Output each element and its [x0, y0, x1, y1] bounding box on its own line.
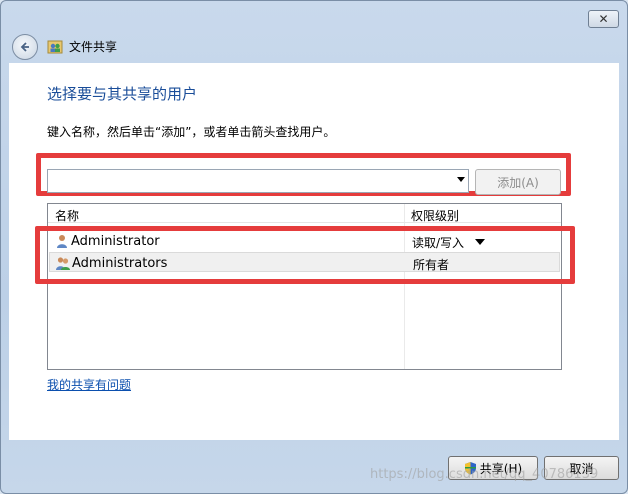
column-header-name[interactable]: 名称 — [55, 207, 79, 224]
watermark-text: https://blog.csdn.net/qq_40786139 — [370, 467, 599, 482]
window-title: 文件共享 — [69, 40, 118, 54]
close-button[interactable]: ✕ — [588, 10, 619, 28]
content-panel: 选择要与其共享的用户 键入名称，然后单击“添加”，或者单击箭头查找用户。 添加(… — [9, 63, 619, 440]
file-sharing-window: ✕ 文件共享 选择要与其共享的用户 键入名称，然后单击“添加”，或者单击箭头查找… — [0, 0, 628, 494]
highlight-box-users — [35, 226, 575, 284]
back-arrow-icon — [20, 42, 29, 52]
column-header-permission[interactable]: 权限级别 — [411, 207, 459, 224]
user-name-combobox[interactable] — [47, 169, 469, 193]
shared-users-icon — [47, 40, 63, 54]
list-header: 名称 权限级别 — [48, 204, 561, 223]
back-button[interactable] — [12, 34, 38, 60]
title-bar: 文件共享 — [9, 31, 619, 63]
page-heading: 选择要与其共享的用户 — [47, 85, 198, 103]
instruction-text: 键入名称，然后单击“添加”，或者单击箭头查找用户。 — [47, 125, 336, 139]
close-icon: ✕ — [598, 12, 609, 26]
sharing-help-link[interactable]: 我的共享有问题 — [47, 376, 131, 393]
dropdown-arrow-icon[interactable] — [457, 177, 465, 182]
add-button[interactable]: 添加(A) — [475, 169, 561, 195]
